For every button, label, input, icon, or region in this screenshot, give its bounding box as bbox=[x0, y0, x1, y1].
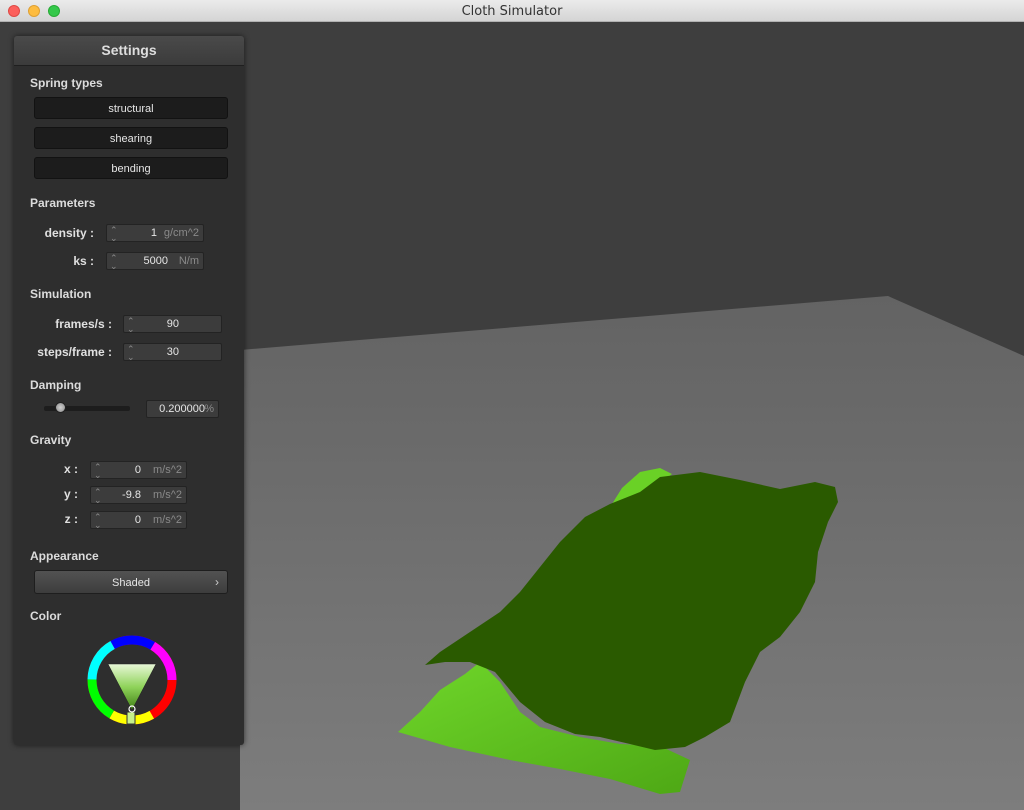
shearing-button[interactable]: shearing bbox=[34, 127, 228, 149]
steps-field[interactable]: ⌃ ⌄ 30 bbox=[123, 343, 222, 362]
appearance-heading: Appearance bbox=[30, 549, 99, 563]
color-heading: Color bbox=[30, 609, 62, 623]
appearance-dropdown[interactable]: Shaded › bbox=[34, 570, 228, 594]
spinner-icon[interactable]: ⌃ ⌄ bbox=[94, 513, 102, 530]
gravity-x-label: x : bbox=[63, 462, 78, 476]
steps-value: 30 bbox=[166, 346, 179, 358]
damping-heading: Damping bbox=[30, 378, 82, 392]
damping-unit: % bbox=[204, 403, 214, 415]
appearance-selected: Shaded bbox=[112, 577, 150, 589]
gravity-z-unit: m/s^2 bbox=[153, 514, 182, 526]
title-bar: Cloth Simulator bbox=[0, 0, 1024, 22]
spinner-icon[interactable]: ⌃ ⌄ bbox=[127, 345, 135, 362]
saturation-triangle[interactable] bbox=[107, 663, 157, 711]
density-field[interactable]: ⌃ ⌄ 1 g/cm^2 bbox=[106, 224, 204, 243]
damping-field[interactable]: 0.200000 % bbox=[146, 400, 219, 418]
structural-button[interactable]: structural bbox=[34, 97, 228, 119]
panel-title: Settings bbox=[14, 36, 244, 66]
density-label: density : bbox=[44, 226, 94, 240]
gravity-y-unit: m/s^2 bbox=[153, 489, 182, 501]
ks-value: 5000 bbox=[143, 255, 168, 267]
color-wheel[interactable] bbox=[86, 634, 178, 726]
gravity-z-label: z : bbox=[64, 512, 78, 526]
gravity-y-field[interactable]: ⌃ ⌄ -9.8 m/s^2 bbox=[90, 486, 187, 505]
hue-handle[interactable] bbox=[126, 711, 136, 725]
gravity-x-value: 0 bbox=[134, 464, 141, 476]
damping-slider-thumb[interactable] bbox=[55, 402, 66, 413]
frames-value: 90 bbox=[166, 318, 179, 330]
parameters-heading: Parameters bbox=[30, 196, 96, 210]
spinner-icon[interactable]: ⌃ ⌄ bbox=[110, 254, 118, 271]
ks-unit: N/m bbox=[178, 255, 199, 267]
gravity-x-unit: m/s^2 bbox=[153, 464, 182, 476]
density-value: 1 bbox=[150, 227, 157, 239]
window-title: Cloth Simulator bbox=[461, 4, 563, 19]
bending-button[interactable]: bending bbox=[34, 157, 228, 179]
gravity-z-field[interactable]: ⌃ ⌄ 0 m/s^2 bbox=[90, 511, 187, 530]
density-unit: g/cm^2 bbox=[163, 227, 199, 239]
ks-label: ks : bbox=[73, 254, 94, 268]
spring-types-heading: Spring types bbox=[30, 76, 103, 90]
spinner-icon[interactable]: ⌃ ⌄ bbox=[94, 463, 102, 480]
ks-field[interactable]: ⌃ ⌄ 5000 N/m bbox=[106, 252, 204, 271]
spinner-icon[interactable]: ⌃ ⌄ bbox=[94, 488, 102, 505]
gravity-x-field[interactable]: ⌃ ⌄ 0 m/s^2 bbox=[90, 461, 187, 480]
settings-panel: Settings Spring types structural shearin… bbox=[14, 36, 244, 745]
damping-value: 0.200000 bbox=[159, 403, 205, 415]
simulation-heading: Simulation bbox=[30, 287, 92, 301]
gravity-z-value: 0 bbox=[134, 514, 141, 526]
spinner-icon[interactable]: ⌃ ⌄ bbox=[110, 226, 118, 243]
frames-label: frames/s : bbox=[55, 317, 112, 331]
frames-field[interactable]: ⌃ ⌄ 90 bbox=[123, 315, 222, 334]
gravity-heading: Gravity bbox=[30, 433, 72, 447]
gravity-y-label: y : bbox=[63, 487, 78, 501]
chevron-right-icon: › bbox=[215, 575, 219, 589]
steps-label: steps/frame : bbox=[37, 345, 112, 359]
spinner-icon[interactable]: ⌃ ⌄ bbox=[127, 317, 135, 334]
gravity-y-value: -9.8 bbox=[122, 489, 141, 501]
